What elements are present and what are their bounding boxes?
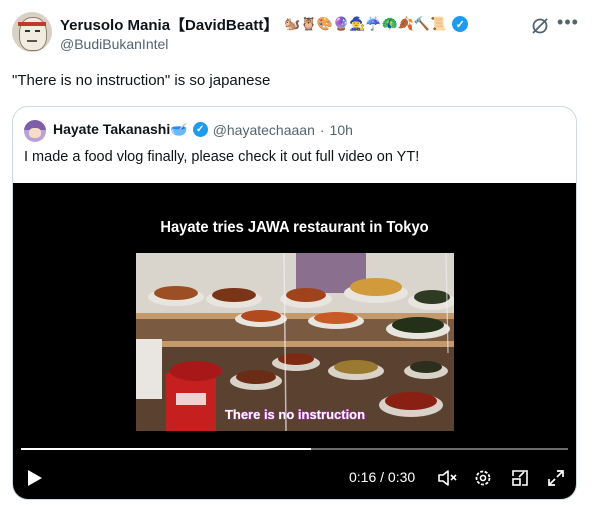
verified-badge-icon[interactable]: ✓	[452, 16, 469, 32]
author-display-name[interactable]: Yerusolo Mania【DavidBeatt】	[60, 14, 278, 35]
play-icon[interactable]	[27, 469, 43, 487]
settings-icon[interactable]	[473, 468, 493, 488]
quoted-handle[interactable]: @hayatechaaan	[213, 122, 315, 138]
video-caption: There is no instruction	[225, 407, 365, 422]
video-progress-bar[interactable]	[21, 448, 568, 450]
video-frame-food-display: There is no instruction	[136, 253, 454, 431]
video-player[interactable]: Hayate tries JAWA restaurant in Tokyo Th…	[13, 183, 576, 499]
quoted-verified-badge-icon: ✓	[192, 122, 208, 137]
quoted-display-name[interactable]: Hayate Takanashi🥣	[53, 121, 188, 138]
mute-icon[interactable]	[437, 469, 457, 487]
video-title: Hayate tries JAWA restaurant in Tokyo	[160, 219, 429, 236]
pip-icon[interactable]	[510, 468, 530, 488]
author-name-emojis: 🐿️🦉🎨🔮🧙‍♀️☔🦚🍂🔨📜	[284, 16, 447, 31]
video-time: 0:16 / 0:30	[349, 469, 416, 485]
quoted-text: I made a food vlog finally, please check…	[24, 149, 420, 165]
grok-icon[interactable]	[530, 16, 550, 36]
profile-avatar[interactable]	[12, 12, 52, 52]
more-icon[interactable]: •••	[557, 13, 579, 34]
fullscreen-icon[interactable]	[546, 468, 566, 488]
author-name-row: Yerusolo Mania【DavidBeatt】 🐿️🦉🎨🔮🧙‍♀️☔🦚🍂🔨…	[60, 14, 469, 35]
quoted-timestamp[interactable]: 10h	[330, 122, 353, 138]
author-handle[interactable]: @BudiBukanIntel	[60, 36, 168, 52]
quoted-tweet[interactable]: Hayate Takanashi🥣 ✓ @hayatechaaan · 10h …	[12, 106, 577, 500]
meta-separator: ·	[319, 121, 325, 138]
video-progress-fill	[21, 448, 311, 450]
quoted-avatar[interactable]	[24, 120, 46, 142]
quoted-name-row: Hayate Takanashi🥣 ✓ @hayatechaaan · 10h	[53, 121, 353, 138]
tweet-text: "There is no instruction" is so japanese	[12, 72, 271, 89]
